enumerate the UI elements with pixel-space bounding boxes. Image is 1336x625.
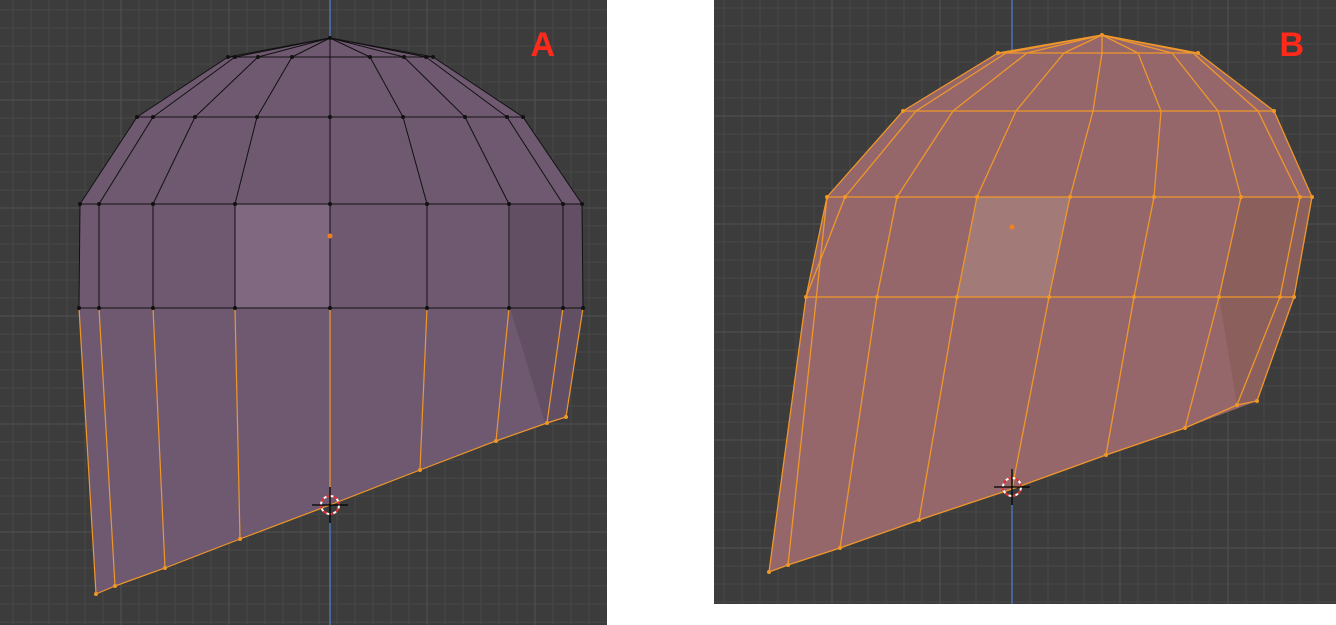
- viewport-b[interactable]: B: [714, 0, 1336, 604]
- panel-label-b: B: [1279, 26, 1304, 64]
- viewport-a[interactable]: A: [0, 0, 607, 625]
- object-origin-icon: [327, 233, 333, 239]
- viewport-a-canvas[interactable]: [0, 0, 607, 625]
- viewport-b-canvas[interactable]: [714, 0, 1336, 604]
- object-origin-icon: [1009, 224, 1015, 230]
- panel-label-a: A: [530, 26, 555, 64]
